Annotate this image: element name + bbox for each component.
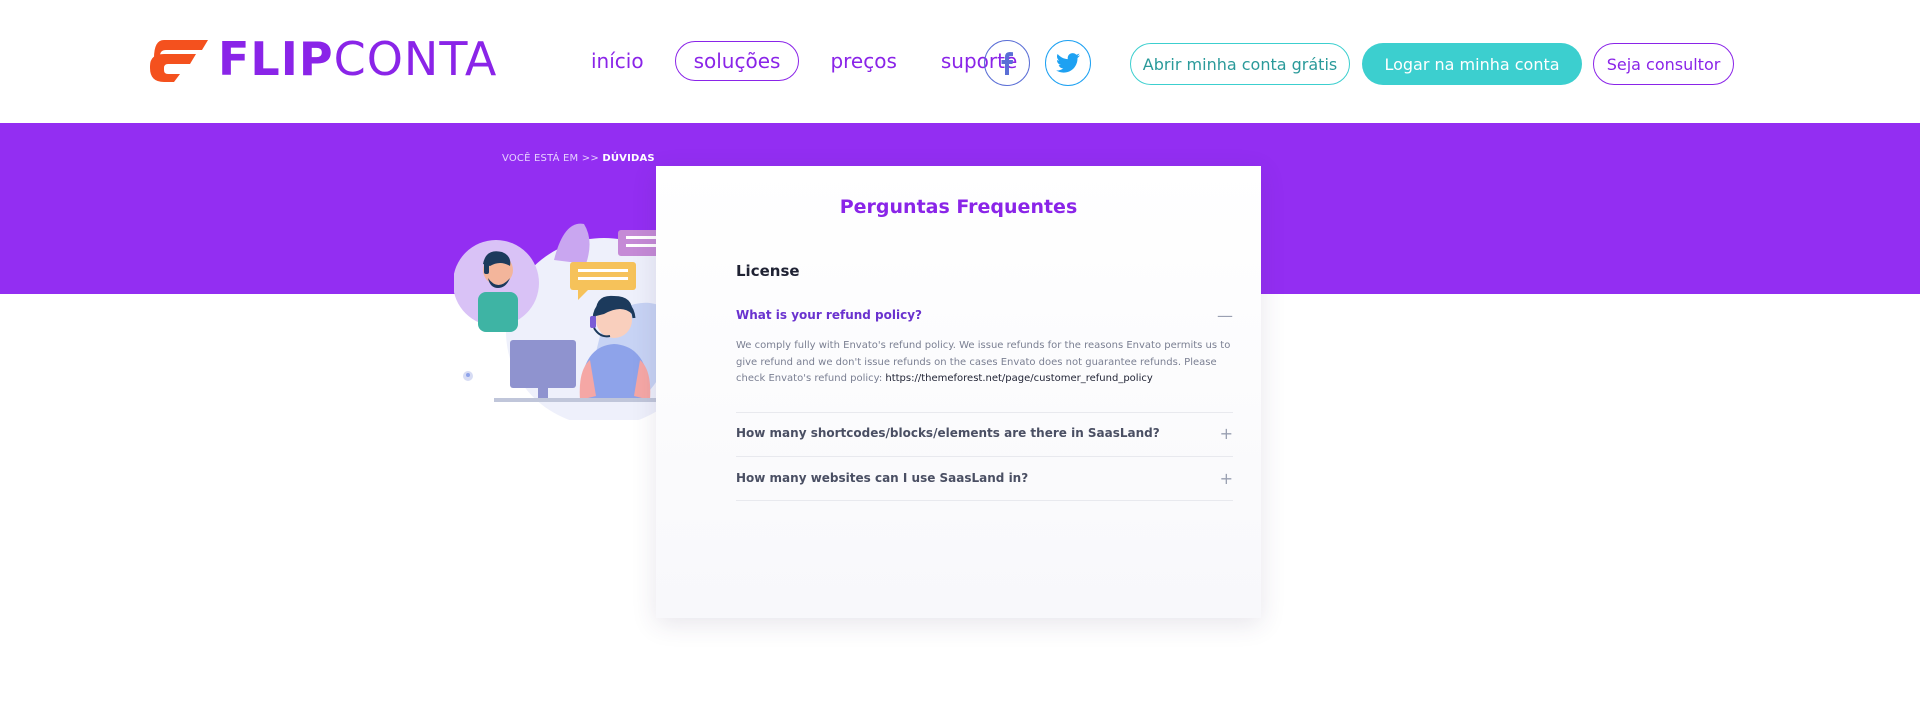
faq-divider (736, 456, 1233, 457)
login-button[interactable]: Logar na minha conta (1362, 43, 1582, 85)
logo-text-flip: FLIP (218, 32, 334, 86)
refund-policy-link[interactable]: https://themeforest.net/page/customer_re… (885, 373, 1152, 384)
faq-title: Perguntas Frequentes (839, 196, 1078, 218)
faq-question-1[interactable]: What is your refund policy? — (736, 306, 1233, 325)
expand-icon[interactable]: + (1220, 469, 1233, 488)
faq-question-2[interactable]: How many shortcodes/blocks/elements are … (736, 424, 1233, 443)
nav-item-solucoes[interactable]: soluções (674, 41, 800, 81)
main-nav: início soluções preços suporte (578, 40, 1030, 82)
flipconta-logo[interactable]: FLIPCONTA (150, 34, 497, 84)
faq-question-text: How many websites can I use SaasLand in? (736, 471, 1029, 485)
faq-answer-1: We comply fully with Envato's refund pol… (736, 338, 1233, 388)
faq-section-title: License (736, 262, 800, 280)
facebook-button[interactable] (984, 40, 1030, 86)
breadcrumb-prefix: VOCÊ ESTÁ EM >> (502, 153, 599, 164)
become-consultant-button[interactable]: Seja consultor (1593, 43, 1734, 85)
faq-question-text: How many shortcodes/blocks/elements are … (736, 426, 1160, 440)
flipconta-logo-icon (150, 40, 208, 82)
collapse-icon[interactable]: — (1217, 306, 1233, 325)
twitter-icon (1056, 53, 1080, 73)
open-account-button[interactable]: Abrir minha conta grátis (1130, 43, 1350, 85)
nav-item-inicio[interactable]: início (578, 41, 657, 81)
faq-divider (736, 412, 1233, 413)
faq-question-3[interactable]: How many websites can I use SaasLand in?… (736, 469, 1233, 488)
breadcrumb: VOCÊ ESTÁ EM >> DÚVIDAS (502, 153, 655, 164)
faq-card: Perguntas Frequentes License What is you… (656, 166, 1261, 618)
twitter-button[interactable] (1045, 40, 1091, 86)
site-header: FLIPCONTA início soluções preços suporte… (0, 0, 1920, 123)
faq-question-text: What is your refund policy? (736, 308, 923, 322)
logo-text-conta: CONTA (333, 32, 498, 86)
nav-item-precos[interactable]: preços (817, 41, 909, 81)
facebook-icon (1001, 52, 1013, 75)
faq-divider (736, 500, 1233, 501)
expand-icon[interactable]: + (1220, 424, 1233, 443)
breadcrumb-current: DÚVIDAS (602, 153, 655, 164)
